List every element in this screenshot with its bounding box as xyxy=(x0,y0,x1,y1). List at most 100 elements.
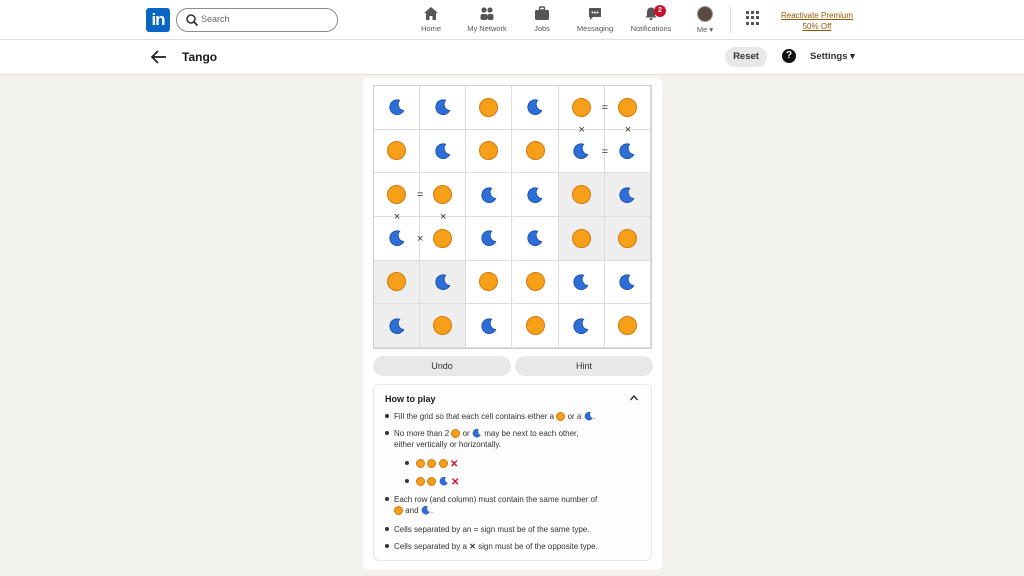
sun-icon xyxy=(427,477,437,486)
sun-icon xyxy=(394,506,403,515)
board-cell[interactable] xyxy=(558,129,605,174)
home-icon xyxy=(424,7,438,20)
red-x-icon: ✕ xyxy=(450,477,460,488)
moon-icon xyxy=(472,428,481,438)
board-cell[interactable] xyxy=(420,129,467,174)
sun-icon xyxy=(416,459,426,468)
sun-icon xyxy=(479,97,499,117)
board-cell[interactable] xyxy=(604,129,651,174)
board-cell[interactable] xyxy=(466,86,513,130)
sun-icon xyxy=(525,316,545,336)
board-cell[interactable] xyxy=(604,304,651,348)
board-cell[interactable] xyxy=(374,304,421,348)
moon-icon xyxy=(439,476,448,486)
board-cell[interactable] xyxy=(512,173,559,217)
sun-icon xyxy=(438,459,448,468)
search-input[interactable]: Search xyxy=(176,8,338,32)
sun-icon xyxy=(451,429,461,438)
sun-icon xyxy=(416,477,426,486)
top-nav: in Search Home My Network Jobs Messaging… xyxy=(0,0,1024,40)
board-cell[interactable] xyxy=(466,173,513,217)
moon-icon xyxy=(619,274,635,290)
moon-icon xyxy=(481,187,497,203)
moon-icon xyxy=(619,143,635,159)
sun-icon xyxy=(556,412,566,421)
briefcase-icon xyxy=(535,6,549,20)
rule-4: Cells separated by an = sign must be of … xyxy=(385,524,589,535)
board-cell[interactable] xyxy=(512,86,559,130)
board-cell[interactable] xyxy=(558,260,605,305)
board-cell[interactable] xyxy=(374,260,421,305)
board-cell[interactable] xyxy=(512,129,559,174)
apps-grid-icon[interactable] xyxy=(746,11,760,25)
board-cell[interactable] xyxy=(420,86,467,130)
nav-messaging[interactable]: Messaging xyxy=(563,6,627,33)
board-cell[interactable] xyxy=(512,260,559,305)
moon-icon xyxy=(481,230,497,247)
help-icon[interactable]: ? xyxy=(782,49,796,63)
sun-icon xyxy=(387,272,407,292)
how-to-play-title: How to play xyxy=(385,394,436,404)
board-cell[interactable] xyxy=(374,86,421,130)
search-icon xyxy=(186,14,199,27)
nav-me[interactable]: Me ▾ xyxy=(673,6,737,34)
message-icon xyxy=(589,8,601,20)
sun-icon xyxy=(479,272,499,292)
premium-line-1: Reactivate Premium xyxy=(780,11,854,20)
sun-icon xyxy=(571,185,591,205)
board-cell[interactable] xyxy=(466,129,513,174)
board-cell[interactable] xyxy=(558,304,605,348)
moon-icon xyxy=(388,230,405,247)
back-arrow-icon[interactable] xyxy=(150,49,168,65)
board-cell[interactable] xyxy=(604,260,651,305)
sun-icon xyxy=(525,141,545,161)
board-cell[interactable] xyxy=(558,217,605,261)
moon-icon xyxy=(619,187,635,203)
cross-sign: × xyxy=(440,211,447,223)
x-sign-icon: ✕ xyxy=(469,542,476,551)
moon-icon xyxy=(435,274,451,290)
search-placeholder: Search xyxy=(201,14,230,24)
notification-badge: 2 xyxy=(654,5,666,17)
sun-icon xyxy=(433,316,453,336)
board-cell[interactable] xyxy=(558,173,605,217)
settings-dropdown[interactable]: Settings ▾ xyxy=(810,51,855,62)
cross-sign: × xyxy=(416,232,424,245)
board-cell[interactable] xyxy=(512,304,559,348)
board-cell[interactable] xyxy=(604,173,651,217)
chevron-up-icon[interactable] xyxy=(629,393,639,403)
nav-jobs-label: Jobs xyxy=(534,24,550,33)
page-title: Tango xyxy=(182,50,218,64)
board-cell[interactable] xyxy=(466,304,513,348)
nav-home-label: Home xyxy=(420,24,441,33)
sun-icon xyxy=(387,141,407,161)
sun-icon xyxy=(571,97,591,117)
nav-home[interactable]: Home xyxy=(399,6,463,33)
board-cell[interactable] xyxy=(420,260,467,305)
reset-button[interactable]: Reset xyxy=(725,47,767,67)
undo-button[interactable]: Undo xyxy=(373,356,511,376)
board-cell[interactable] xyxy=(374,129,421,174)
equal-sign: = xyxy=(416,189,424,202)
board-cell[interactable] xyxy=(604,217,651,261)
board-cell[interactable] xyxy=(466,260,513,305)
nav-notifications-label: Notifications xyxy=(630,24,672,33)
hint-button[interactable]: Hint xyxy=(515,356,653,376)
board-cell[interactable] xyxy=(512,217,559,261)
premium-link[interactable]: Reactivate Premium 50% Off xyxy=(776,10,858,32)
board-cell[interactable] xyxy=(420,304,467,348)
example-bad-2: ✕ xyxy=(405,476,459,488)
rule-5: Cells separated by a ✕ sign must be of t… xyxy=(385,541,598,552)
sun-icon xyxy=(617,316,637,336)
premium-line-2: 50% Off xyxy=(802,22,832,31)
board-cell[interactable] xyxy=(374,217,421,261)
board-cell[interactable] xyxy=(466,217,513,261)
moon-icon xyxy=(421,505,430,515)
nav-my-network-label: My Network xyxy=(467,24,507,33)
moon-icon xyxy=(573,318,589,334)
board-cell[interactable] xyxy=(420,217,467,261)
cross-sign: × xyxy=(578,123,585,136)
equal-sign: = xyxy=(601,101,609,114)
linkedin-logo[interactable]: in xyxy=(146,8,170,32)
red-x-icon: ✕ xyxy=(449,459,459,470)
